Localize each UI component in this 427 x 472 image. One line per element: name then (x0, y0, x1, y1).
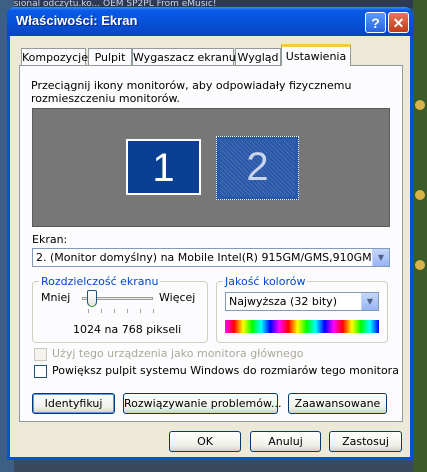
primary-monitor-label: Użyj tego urządzenia jako monitora główn… (52, 347, 304, 360)
display-select[interactable]: 2. (Monitor domyślny) na Mobile Intel(R)… (32, 248, 390, 267)
resolution-slider-ticks (88, 309, 154, 313)
resolution-slider-thumb[interactable] (87, 290, 97, 307)
resolution-more-label: Więcej (159, 291, 196, 304)
desktop-icon (415, 190, 425, 200)
close-button[interactable]: ✕ (388, 12, 409, 33)
display-select-value: 2. (Monitor domyślny) na Mobile Intel(R)… (36, 251, 390, 264)
desktop-icon (415, 100, 425, 110)
advanced-button[interactable]: Zaawansowane (288, 393, 387, 414)
display-label: Ekran: (32, 233, 68, 246)
identify-button[interactable]: Identyfikuj (32, 393, 115, 414)
desktop-right-strip (413, 0, 427, 472)
chevron-down-icon[interactable]: ▼ (361, 293, 378, 310)
extend-desktop-label: Powiększ pulpit systemu Windows do rozmi… (52, 364, 399, 377)
tab-pulpit[interactable]: Pulpit (88, 48, 132, 66)
cancel-button[interactable]: Anuluj (250, 431, 321, 452)
monitor-1[interactable]: 1 (126, 139, 201, 195)
primary-monitor-checkbox[interactable] (34, 348, 47, 361)
ok-button[interactable]: OK (169, 431, 241, 452)
resolution-less-label: Mniej (41, 291, 71, 304)
chevron-down-icon[interactable]: ▼ (372, 249, 389, 266)
tab-wygaszacz-ekranu[interactable]: Wygaszacz ekranu (132, 48, 236, 66)
window-title: Właściwości: Ekran (16, 13, 138, 28)
help-button[interactable]: ? (365, 12, 386, 33)
tab-kompozycje[interactable]: Kompozycje (21, 48, 88, 66)
instructions-text: Przeciągnij ikony monitorów, aby odpowia… (31, 79, 352, 105)
color-quality-group-title: Jakość kolorów (223, 275, 308, 288)
color-spectrum-bar (225, 320, 379, 333)
monitor-2-number: 2 (246, 145, 269, 189)
monitor-2[interactable]: 2 (216, 136, 299, 200)
color-quality-value: Najwyższa (32 bity) (229, 295, 337, 308)
monitor-arrangement-area[interactable]: 1 2 (32, 108, 390, 227)
color-quality-select[interactable]: Najwyższa (32 bity) ▼ (225, 292, 379, 311)
desktop-icon (415, 260, 425, 270)
troubleshoot-button[interactable]: Rozwiązywanie problemów... (123, 393, 281, 414)
tab-wyglad[interactable]: Wygląd (235, 48, 281, 66)
resolution-group-title: Rozdzielczość ekranu (39, 275, 161, 288)
title-bar[interactable]: Właściwości: Ekran ? ✕ (7, 7, 413, 36)
tab-ustawienia[interactable]: Ustawienia (281, 44, 351, 66)
extend-desktop-checkbox[interactable] (34, 365, 47, 378)
resolution-value: 1024 na 768 pikseli (73, 323, 182, 336)
color-quality-group: Jakość kolorów (216, 275, 388, 343)
apply-button[interactable]: Zastosuj (329, 431, 402, 452)
